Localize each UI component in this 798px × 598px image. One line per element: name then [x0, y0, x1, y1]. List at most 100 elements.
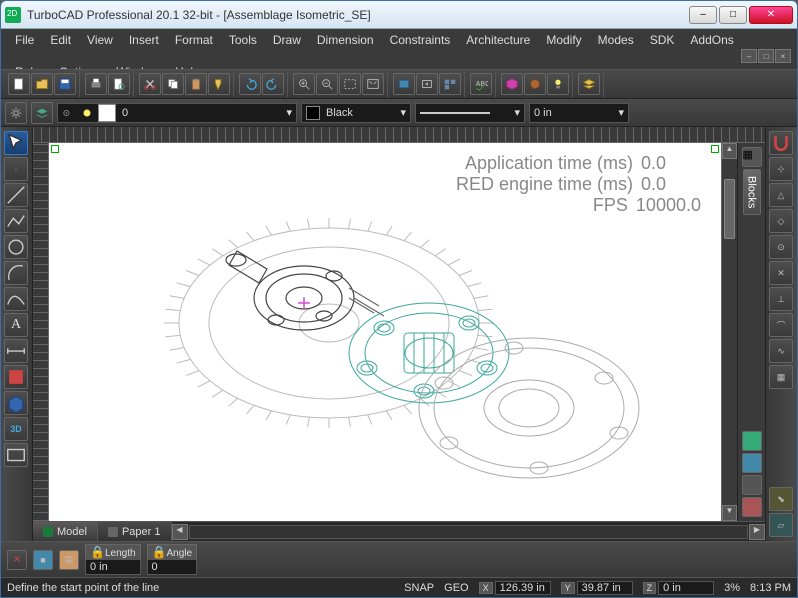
scroll-up-button[interactable]: ▲ — [722, 143, 737, 159]
lights-button[interactable] — [547, 73, 569, 95]
layer-stack-icon[interactable] — [31, 102, 53, 124]
scroll-thumb[interactable] — [724, 179, 735, 239]
zoom-level[interactable]: 3% — [724, 582, 740, 594]
3d-tool[interactable]: 3D — [4, 417, 28, 441]
scroll-right-button[interactable]: ▶ — [749, 524, 765, 540]
menu-tools[interactable]: Tools — [221, 31, 265, 49]
polyline-tool[interactable] — [4, 209, 28, 233]
properties-icon[interactable]: ▤ — [59, 550, 79, 570]
snap-vertex-icon[interactable]: ◇ — [769, 209, 793, 233]
menu-sdk[interactable]: SDK — [642, 31, 683, 49]
dimension-tool[interactable] — [4, 339, 28, 363]
materials-button[interactable] — [524, 73, 546, 95]
color-selector[interactable]: Black ▾ — [301, 103, 411, 123]
snap-tangent-icon[interactable]: ⌒ — [769, 313, 793, 337]
copy-button[interactable] — [162, 73, 184, 95]
menu-view[interactable]: View — [79, 31, 121, 49]
angle-field[interactable]: 🔒Angle 0 — [147, 544, 198, 575]
snap-intersection-icon[interactable]: ✕ — [769, 261, 793, 285]
box-tool[interactable] — [4, 391, 28, 415]
snap-perpendicular-icon[interactable]: ⊥ — [769, 287, 793, 311]
drawing-canvas[interactable]: Application time (ms)0.0 RED engine time… — [49, 143, 721, 521]
text-tool[interactable]: A — [4, 313, 28, 337]
zoom-out-button[interactable] — [316, 73, 338, 95]
menu-modes[interactable]: Modes — [590, 31, 642, 49]
named-view-button[interactable] — [393, 73, 415, 95]
menu-architecture[interactable]: Architecture — [458, 31, 538, 49]
menu-file[interactable]: File — [7, 31, 42, 49]
model-tab[interactable]: Model — [33, 522, 98, 541]
hatch-tool[interactable] — [4, 365, 28, 389]
menu-modify[interactable]: Modify — [538, 31, 589, 49]
new-button[interactable] — [8, 73, 30, 95]
open-button[interactable] — [31, 73, 53, 95]
coord-x[interactable]: 126.39 in — [495, 581, 551, 595]
finish-icon[interactable]: ■ — [33, 550, 53, 570]
lock-icon[interactable]: 🔒 — [90, 545, 105, 559]
palette-btn-3[interactable] — [742, 475, 762, 495]
palette-btn-1[interactable] — [742, 431, 762, 451]
layers-button[interactable] — [578, 73, 600, 95]
palette-btn-2[interactable] — [742, 453, 762, 473]
magnet-snap-icon[interactable] — [769, 131, 793, 155]
zoom-extents-button[interactable] — [362, 73, 384, 95]
curve-tool[interactable] — [4, 287, 28, 311]
paste-button[interactable] — [185, 73, 207, 95]
circle-tool[interactable] — [4, 235, 28, 259]
snap-endpoint-icon[interactable]: ⊹ — [769, 157, 793, 181]
previous-view-button[interactable] — [416, 73, 438, 95]
zoom-in-button[interactable] — [293, 73, 315, 95]
snap-midpoint-icon[interactable]: △ — [769, 183, 793, 207]
select-tool[interactable] — [4, 131, 28, 155]
mdi-minimize-button[interactable]: – — [741, 49, 757, 63]
maximize-button[interactable]: □ — [719, 6, 747, 24]
scroll-down-button[interactable]: ▼ — [722, 505, 737, 521]
length-value[interactable]: 0 in — [85, 559, 141, 575]
vertical-ruler[interactable] — [33, 143, 49, 521]
point-tool[interactable]: · — [4, 157, 28, 181]
menu-draw[interactable]: Draw — [265, 31, 309, 49]
workplane-icon[interactable]: ▱ — [769, 513, 793, 537]
lock-icon[interactable]: 🔒 — [152, 545, 167, 559]
viewport-tool[interactable] — [4, 443, 28, 467]
coord-y[interactable]: 39.87 in — [577, 581, 633, 595]
format-painter-button[interactable] — [208, 73, 230, 95]
redo-button[interactable] — [262, 73, 284, 95]
horizontal-ruler[interactable] — [33, 127, 765, 143]
arc-tool[interactable] — [4, 261, 28, 285]
menu-dimension[interactable]: Dimension — [309, 31, 382, 49]
undo-button[interactable] — [239, 73, 261, 95]
vertical-scrollbar[interactable]: ▲ ▼ — [721, 143, 737, 521]
layer-selector[interactable]: 0 ▾ — [57, 103, 297, 123]
lineweight-selector[interactable]: 0 in ▾ — [529, 103, 629, 123]
minimize-button[interactable]: – — [689, 6, 717, 24]
geo-toggle[interactable]: GEO — [444, 582, 468, 594]
mdi-restore-button[interactable]: □ — [758, 49, 774, 63]
cut-button[interactable] — [139, 73, 161, 95]
length-field[interactable]: 🔒Length 0 in — [85, 544, 141, 575]
ucs-icon[interactable]: ⬊ — [769, 487, 793, 511]
cancel-icon[interactable]: ✕ — [7, 550, 27, 570]
save-button[interactable] — [54, 73, 76, 95]
snap-nearest-icon[interactable]: ∿ — [769, 339, 793, 363]
view-manager-button[interactable] — [439, 73, 461, 95]
menu-format[interactable]: Format — [167, 31, 221, 49]
line-tool[interactable] — [4, 183, 28, 207]
settings-icon[interactable] — [5, 102, 27, 124]
menu-edit[interactable]: Edit — [42, 31, 79, 49]
coord-z[interactable]: 0 in — [658, 581, 714, 595]
blocks-palette-tab[interactable]: Blocks — [743, 169, 761, 215]
linetype-selector[interactable]: ▾ — [415, 103, 525, 123]
render-button[interactable] — [501, 73, 523, 95]
paper1-tab[interactable]: Paper 1 — [98, 522, 172, 541]
menu-insert[interactable]: Insert — [121, 31, 167, 49]
scroll-left-button[interactable]: ◀ — [172, 524, 188, 540]
snap-center-icon[interactable]: ⊙ — [769, 235, 793, 259]
snap-toggle[interactable]: SNAP — [404, 582, 434, 594]
zoom-window-button[interactable] — [339, 73, 361, 95]
menu-constraints[interactable]: Constraints — [382, 31, 459, 49]
titlebar[interactable]: TurboCAD Professional 20.1 32-bit - [Ass… — [1, 1, 797, 29]
horizontal-scrollbar[interactable]: ◀ ▶ — [172, 522, 766, 541]
spellcheck-button[interactable]: ABC — [470, 73, 492, 95]
mdi-close-button[interactable]: × — [775, 49, 791, 63]
